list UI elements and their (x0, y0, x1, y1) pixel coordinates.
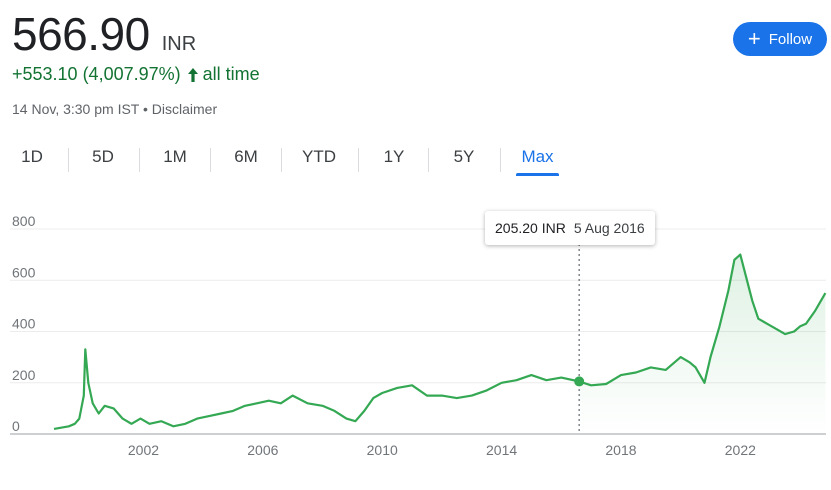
tab-1d[interactable]: 1D (14, 142, 50, 174)
currency-code: INR (161, 33, 197, 55)
plus-icon: + (747, 26, 761, 51)
x-tick-label: 2002 (128, 442, 159, 458)
tab-5d[interactable]: 5D (85, 142, 121, 174)
tab-5y[interactable]: 5Y (446, 142, 482, 174)
tab-1m[interactable]: 1M (156, 142, 194, 174)
range-tabs: 1D 5D 1M 6M YTD 1Y 5Y Max (0, 142, 580, 176)
x-tick-label: 2010 (367, 442, 398, 458)
y-tick-label: 800 (12, 213, 36, 229)
tab-max[interactable]: Max (516, 142, 559, 176)
tab-divider (500, 148, 501, 172)
tooltip-date: 5 Aug 2016 (573, 220, 645, 236)
x-tick-label: 2006 (247, 442, 278, 458)
hover-point (574, 376, 585, 387)
separator-dot: • (143, 101, 148, 117)
tab-divider (210, 148, 211, 172)
current-price: 566.90 (12, 8, 150, 60)
change-period: all time (202, 64, 260, 84)
tab-6m[interactable]: 6M (227, 142, 265, 174)
tab-divider (139, 148, 140, 172)
y-tick-label: 0 (12, 418, 20, 434)
x-tick-label: 2022 (725, 442, 756, 458)
tooltip-value: 205.20 INR (495, 220, 566, 236)
price-change: +553.10 (4,007.97%) all time (12, 64, 260, 85)
tab-divider (358, 148, 359, 172)
tab-ytd[interactable]: YTD (296, 142, 342, 174)
x-tick-label: 2018 (605, 442, 636, 458)
tab-divider (428, 148, 429, 172)
arrow-up-icon (187, 67, 199, 83)
tab-1y[interactable]: 1Y (376, 142, 412, 174)
timestamp: 14 Nov, 3:30 pm IST (12, 101, 140, 117)
tab-divider (281, 148, 282, 172)
x-tick-label: 2014 (486, 442, 517, 458)
disclaimer-link[interactable]: Disclaimer (152, 101, 217, 117)
follow-label: Follow (768, 30, 813, 48)
y-tick-label: 400 (12, 316, 36, 332)
y-tick-label: 200 (12, 367, 36, 383)
price-area (579, 254, 826, 434)
price-tooltip: 205.20 INR 5 Aug 2016 (485, 211, 655, 245)
price-chart[interactable]: 0 200 400 600 800 2002 2006 2010 2014 2018 2022 (0, 200, 831, 490)
follow-button[interactable]: + Follow (733, 22, 827, 56)
timestamp-line: 14 Nov, 3:30 pm IST • Disclaimer (12, 101, 217, 117)
change-value: +553.10 (4,007.97%) (12, 64, 181, 84)
y-tick-label: 600 (12, 264, 36, 280)
tab-divider (68, 148, 69, 172)
price-header: 566.90 INR (12, 6, 196, 62)
